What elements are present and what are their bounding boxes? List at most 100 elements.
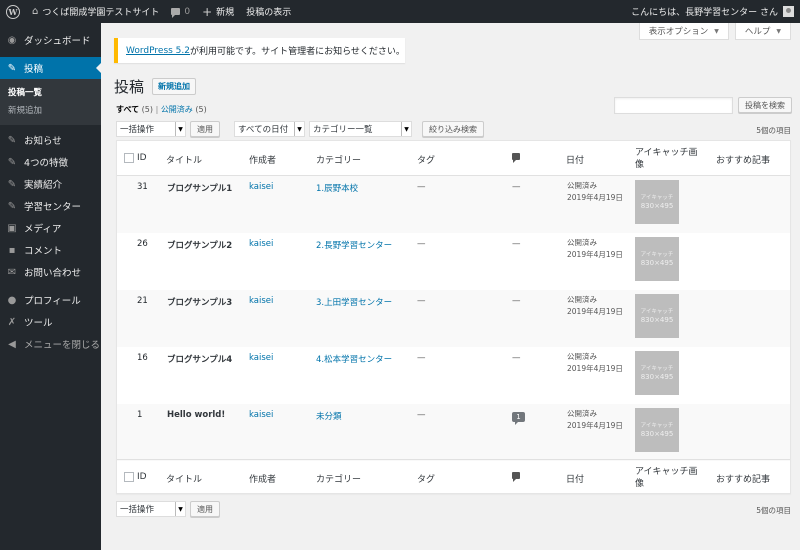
comments-link[interactable]: 0 bbox=[165, 0, 196, 23]
row-date: 公開済み 2019年4月19日 bbox=[567, 352, 623, 373]
column-id-sort[interactable]: ID bbox=[137, 472, 147, 482]
sidebar-item-features[interactable]: ✎ 4つの特徴 bbox=[0, 151, 101, 173]
wordpress-icon: W bbox=[6, 4, 20, 19]
comment-count-bubble[interactable]: 1 bbox=[512, 412, 525, 425]
pin-icon: ✎ bbox=[7, 200, 17, 212]
site-name-link[interactable]: ⌂ つくば開成学園テストサイト bbox=[26, 0, 165, 23]
table-footer-row: ID タイトル 作成者 カテゴリー タグ 日付 アイキャッチ画像 おすすめ記事 bbox=[117, 459, 790, 494]
sidebar-item-tools[interactable]: ✗ ツール bbox=[0, 311, 101, 333]
filter-all-link[interactable]: すべて bbox=[116, 105, 139, 114]
apply-button[interactable]: 適用 bbox=[190, 121, 220, 137]
wordpress-logo-button[interactable]: W bbox=[0, 0, 26, 23]
row-date: 公開済み 2019年4月19日 bbox=[567, 409, 623, 430]
row-author-link[interactable]: kaisei bbox=[249, 239, 273, 249]
row-thumbnail: アイキャッチ 830×495 bbox=[635, 237, 679, 281]
column-categories: カテゴリー bbox=[316, 156, 362, 166]
date-filter-select[interactable]: すべての日付 ▼ bbox=[234, 121, 305, 137]
row-tags: — bbox=[417, 182, 426, 192]
row-category-link[interactable]: 3.上田学習センター bbox=[316, 296, 392, 308]
update-link[interactable]: WordPress 5.2 bbox=[126, 46, 190, 56]
sidebar-item-comments[interactable]: ▪ コメント bbox=[0, 239, 101, 261]
admin-sidebar: ◉ ダッシュボード ✎ 投稿 投稿一覧 新規追加 ✎ お知らせ ✎ 4つの特徴 ✎ 実績紹… bbox=[0, 23, 101, 550]
apply-button-bottom[interactable]: 適用 bbox=[190, 501, 220, 517]
sidebar-item-contact[interactable]: ✉ お問い合わせ bbox=[0, 261, 101, 283]
row-author-link[interactable]: kaisei bbox=[249, 410, 273, 420]
caret-down-icon: ▼ bbox=[714, 27, 719, 35]
screen-meta-links: 表示オプション ▼ ヘルプ ▼ bbox=[638, 23, 791, 40]
status-filters: すべて (5) | 公開済み (5) bbox=[116, 105, 207, 114]
tablenav-bottom: 一括操作 ▼ 適用 bbox=[116, 501, 220, 517]
row-category-link[interactable]: 4.松本学習センター bbox=[316, 353, 392, 365]
submenu-all-posts[interactable]: 投稿一覧 bbox=[0, 83, 101, 101]
column-thumbnail: アイキャッチ画像 bbox=[635, 467, 698, 489]
filter-published-link[interactable]: 公開済み bbox=[161, 105, 193, 114]
search-input[interactable] bbox=[614, 97, 733, 114]
submenu-add-new[interactable]: 新規追加 bbox=[0, 101, 101, 119]
select-all-checkbox[interactable] bbox=[124, 153, 134, 163]
row-category-link[interactable]: 2.長野学習センター bbox=[316, 239, 392, 251]
row-id: 16 bbox=[137, 353, 148, 363]
items-count-bottom: 5個の項目 bbox=[756, 506, 791, 515]
row-id: 1 bbox=[137, 410, 143, 420]
table-row: 21 ブログサンプル3 kaisei 3.上田学習センター — — 公開済み 20… bbox=[117, 290, 790, 347]
collapse-icon: ◀ bbox=[8, 338, 16, 350]
category-filter-select[interactable]: カテゴリー一覧 ▼ bbox=[309, 121, 412, 137]
posts-table: ID タイトル 作成者 カテゴリー タグ 日付 アイキャッチ画像 おすすめ記事 … bbox=[116, 140, 791, 494]
search-posts-button[interactable]: 投稿を検索 bbox=[738, 97, 792, 113]
row-category-link[interactable]: 未分類 bbox=[316, 410, 342, 422]
column-categories: カテゴリー bbox=[316, 475, 362, 485]
sidebar-item-media[interactable]: ▣ メディア bbox=[0, 217, 101, 239]
sidebar-item-news[interactable]: ✎ お知らせ bbox=[0, 129, 101, 151]
row-title-link[interactable]: ブログサンプル1 bbox=[167, 182, 232, 194]
sidebar-item-dashboard[interactable]: ◉ ダッシュボード bbox=[0, 29, 101, 51]
bulk-action-select-bottom[interactable]: 一括操作 ▼ bbox=[116, 501, 186, 517]
sidebar-item-posts[interactable]: ✎ 投稿 bbox=[0, 57, 101, 79]
row-date: 公開済み 2019年4月19日 bbox=[567, 295, 623, 316]
chevron-down-icon: ▼ bbox=[401, 122, 411, 136]
row-author-link[interactable]: kaisei bbox=[249, 182, 273, 192]
table-row: 1 Hello world! kaisei 未分類 — 1 公開済み 2019年4… bbox=[117, 404, 790, 461]
new-content-link[interactable]: + 新規 bbox=[196, 0, 240, 23]
column-title-sort[interactable]: タイトル bbox=[166, 153, 202, 166]
select-all-checkbox[interactable] bbox=[124, 472, 134, 482]
column-id-sort[interactable]: ID bbox=[137, 153, 147, 163]
column-comments[interactable] bbox=[512, 472, 520, 482]
sidebar-item-results[interactable]: ✎ 実績紹介 bbox=[0, 173, 101, 195]
help-button[interactable]: ヘルプ ▼ bbox=[734, 23, 791, 40]
chevron-down-icon: ▼ bbox=[294, 122, 304, 136]
sidebar-item-learning-center[interactable]: ✎ 学習センター bbox=[0, 195, 101, 217]
row-title-link[interactable]: ブログサンプル3 bbox=[167, 296, 232, 308]
row-id: 26 bbox=[137, 239, 148, 249]
column-date-sort[interactable]: 日付 bbox=[566, 472, 584, 485]
row-author-link[interactable]: kaisei bbox=[249, 296, 273, 306]
row-title-link[interactable]: Hello world! bbox=[167, 410, 225, 420]
row-comments: — bbox=[512, 239, 521, 249]
column-tags: タグ bbox=[417, 156, 436, 166]
mail-icon: ✉ bbox=[7, 266, 17, 278]
view-posts-link[interactable]: 投稿の表示 bbox=[240, 0, 297, 23]
column-date-sort[interactable]: 日付 bbox=[566, 153, 584, 166]
row-comments: — bbox=[512, 353, 521, 363]
my-account-link[interactable]: こんにちは、長野学習センター さん bbox=[625, 0, 800, 23]
column-thumbnail: アイキャッチ画像 bbox=[635, 148, 698, 170]
row-title-link[interactable]: ブログサンプル2 bbox=[167, 239, 232, 251]
row-category-link[interactable]: 1.辰野本校 bbox=[316, 182, 358, 194]
filter-button[interactable]: 絞り込み検索 bbox=[422, 121, 484, 137]
bulk-action-select[interactable]: 一括操作 ▼ bbox=[116, 121, 186, 137]
collapse-menu-button[interactable]: ◀ メニューを閉じる bbox=[0, 333, 101, 355]
tablenav-top: 一括操作 ▼ 適用 すべての日付 ▼ カテゴリー一覧 ▼ 絞り込み検索 bbox=[116, 121, 484, 137]
column-comments[interactable] bbox=[512, 153, 520, 163]
row-author-link[interactable]: kaisei bbox=[249, 353, 273, 363]
page-title: 投稿 bbox=[114, 78, 145, 96]
add-new-button[interactable]: 新規追加 bbox=[152, 78, 197, 95]
row-date: 公開済み 2019年4月19日 bbox=[567, 181, 623, 202]
column-title-sort[interactable]: タイトル bbox=[166, 472, 202, 485]
row-title-link[interactable]: ブログサンプル4 bbox=[167, 353, 232, 365]
chevron-down-icon: ▼ bbox=[175, 502, 185, 516]
comment-icon bbox=[512, 153, 520, 163]
screen-options-button[interactable]: 表示オプション ▼ bbox=[638, 23, 729, 40]
column-tags: タグ bbox=[417, 475, 436, 485]
row-tags: — bbox=[417, 353, 426, 363]
sidebar-item-profile[interactable]: ● プロフィール bbox=[0, 289, 101, 311]
column-featured: おすすめ記事 bbox=[716, 156, 771, 166]
